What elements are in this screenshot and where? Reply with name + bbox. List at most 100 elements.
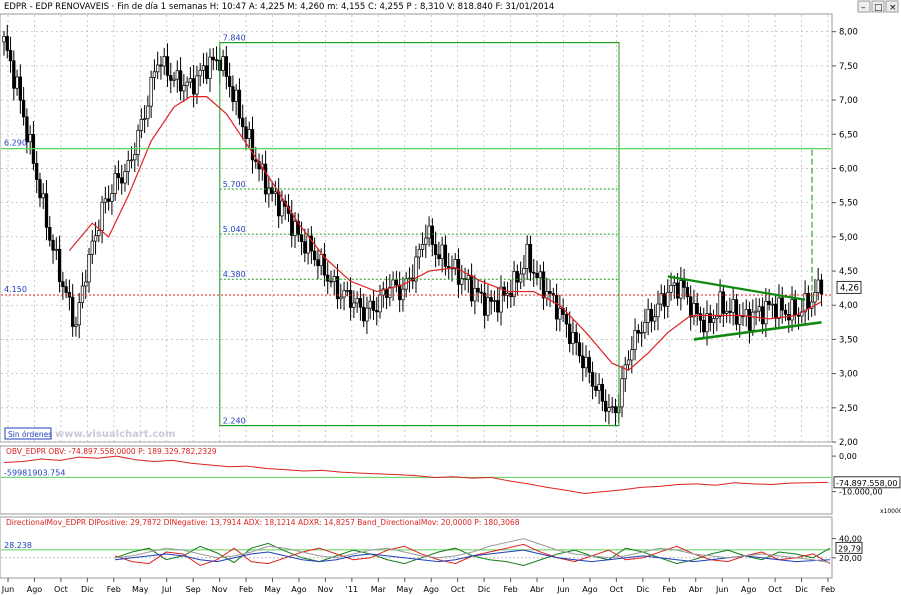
candle-body bbox=[649, 308, 654, 322]
candle-body bbox=[630, 349, 634, 361]
candle-body bbox=[84, 281, 88, 287]
time-tick-label: Abr bbox=[689, 585, 704, 594]
candle-body bbox=[38, 179, 42, 199]
time-tick-label: Ago bbox=[582, 585, 598, 594]
candle-body bbox=[133, 154, 137, 161]
candle-body bbox=[172, 78, 176, 81]
obv-reference-label: -59981903.754 bbox=[4, 468, 65, 477]
candle-body bbox=[224, 56, 228, 77]
candle-body bbox=[90, 240, 94, 255]
time-tick-label: Jun bbox=[715, 585, 729, 594]
candle-body bbox=[77, 302, 81, 326]
candle-body bbox=[803, 292, 807, 313]
candle-body bbox=[522, 268, 526, 275]
candle-body bbox=[633, 330, 637, 350]
candle-body bbox=[178, 70, 183, 92]
candle-body bbox=[312, 250, 317, 261]
candle-body bbox=[156, 64, 160, 73]
candle-body bbox=[610, 406, 614, 409]
price-tick-label: 2,50 bbox=[839, 404, 858, 414]
candle-body bbox=[679, 280, 683, 299]
candle-body bbox=[214, 59, 219, 62]
candle-body bbox=[28, 133, 32, 143]
candle-body bbox=[299, 234, 304, 242]
candle-body bbox=[201, 65, 206, 71]
candle-body bbox=[280, 200, 284, 217]
price-axis: 8,00 7,50 7,00 6,50 6,00 5,50 5,00 4,50 4,00 3,50… bbox=[832, 28, 862, 448]
candle-body bbox=[368, 300, 372, 309]
time-tick-label: May bbox=[264, 585, 281, 594]
candle-body bbox=[165, 56, 170, 76]
candle-body bbox=[541, 271, 546, 299]
candle-body bbox=[669, 284, 673, 293]
time-tick-label: Nov bbox=[318, 585, 334, 594]
price-tick-label: 7,50 bbox=[839, 62, 858, 72]
candle-body bbox=[568, 323, 572, 344]
close-icon: × bbox=[889, 3, 897, 13]
price-panel bbox=[0, 13, 833, 443]
candle-body bbox=[339, 296, 343, 300]
time-tick-label: Dic bbox=[478, 585, 491, 594]
candle-body bbox=[705, 313, 709, 333]
time-tick-label: Jul bbox=[161, 585, 172, 594]
fibonacci-label: 7.840 bbox=[223, 34, 246, 43]
time-tick-label: Feb bbox=[662, 585, 676, 594]
candle-body bbox=[777, 297, 781, 319]
candle-body bbox=[682, 280, 686, 288]
candle-body bbox=[198, 69, 202, 77]
time-tick-label: Oct bbox=[609, 585, 623, 594]
support-label: 4.150 bbox=[4, 285, 27, 294]
time-tick-label: Ago bbox=[27, 585, 43, 594]
candle-body bbox=[2, 36, 6, 43]
candle-body bbox=[620, 378, 624, 408]
candle-body bbox=[528, 243, 533, 273]
time-tick-label: Feb bbox=[503, 585, 517, 594]
time-tick-label: Ago bbox=[291, 585, 307, 594]
candle-body bbox=[515, 271, 520, 283]
candle-body bbox=[106, 198, 111, 202]
candle-body bbox=[44, 193, 49, 228]
candle-body bbox=[639, 332, 644, 334]
candle-body bbox=[93, 235, 98, 242]
candle-body bbox=[345, 290, 349, 292]
candle-body bbox=[64, 286, 68, 293]
candle-body bbox=[764, 300, 768, 325]
candle-body bbox=[604, 400, 608, 412]
candle-body bbox=[303, 241, 307, 254]
price-tick-label: 3,00 bbox=[839, 370, 858, 380]
candle-body bbox=[398, 284, 402, 301]
chart-header: EDPR - EDP RENOVAVEIS · Fin de día 1 sem… bbox=[4, 2, 554, 12]
candle-body bbox=[581, 355, 585, 369]
candle-body bbox=[126, 160, 130, 172]
candle-body bbox=[290, 213, 294, 236]
fibonacci-label: 5.040 bbox=[223, 225, 246, 234]
candle-body bbox=[577, 342, 582, 357]
candle-body bbox=[162, 56, 166, 67]
candle-body bbox=[273, 191, 278, 194]
candle-body bbox=[793, 299, 797, 316]
price-tick-label: 6,00 bbox=[839, 164, 858, 174]
fibonacci-label: 5.700 bbox=[223, 180, 246, 189]
candle-body bbox=[348, 290, 353, 308]
candle-body bbox=[417, 249, 421, 258]
candle-body bbox=[358, 298, 363, 308]
candle-body bbox=[227, 76, 232, 87]
candle-body bbox=[192, 78, 196, 95]
candle-body bbox=[319, 253, 323, 267]
candle-body bbox=[535, 272, 539, 279]
candle-body bbox=[401, 288, 405, 301]
candle-body bbox=[142, 118, 147, 121]
candle-body bbox=[365, 307, 369, 322]
candle-body bbox=[5, 36, 9, 51]
candle-body bbox=[247, 129, 251, 139]
candle-body bbox=[532, 271, 536, 274]
candle-body bbox=[698, 313, 703, 321]
candle-body bbox=[731, 299, 735, 313]
candle-body bbox=[790, 299, 794, 321]
price-tick-label: 5,00 bbox=[839, 233, 858, 243]
candle-body bbox=[744, 309, 748, 317]
time-tick-label: Mar bbox=[371, 585, 387, 594]
candle-body bbox=[819, 279, 824, 295]
candle-body bbox=[718, 291, 722, 317]
obv-last-label: -74.897.558,00 bbox=[836, 479, 897, 488]
